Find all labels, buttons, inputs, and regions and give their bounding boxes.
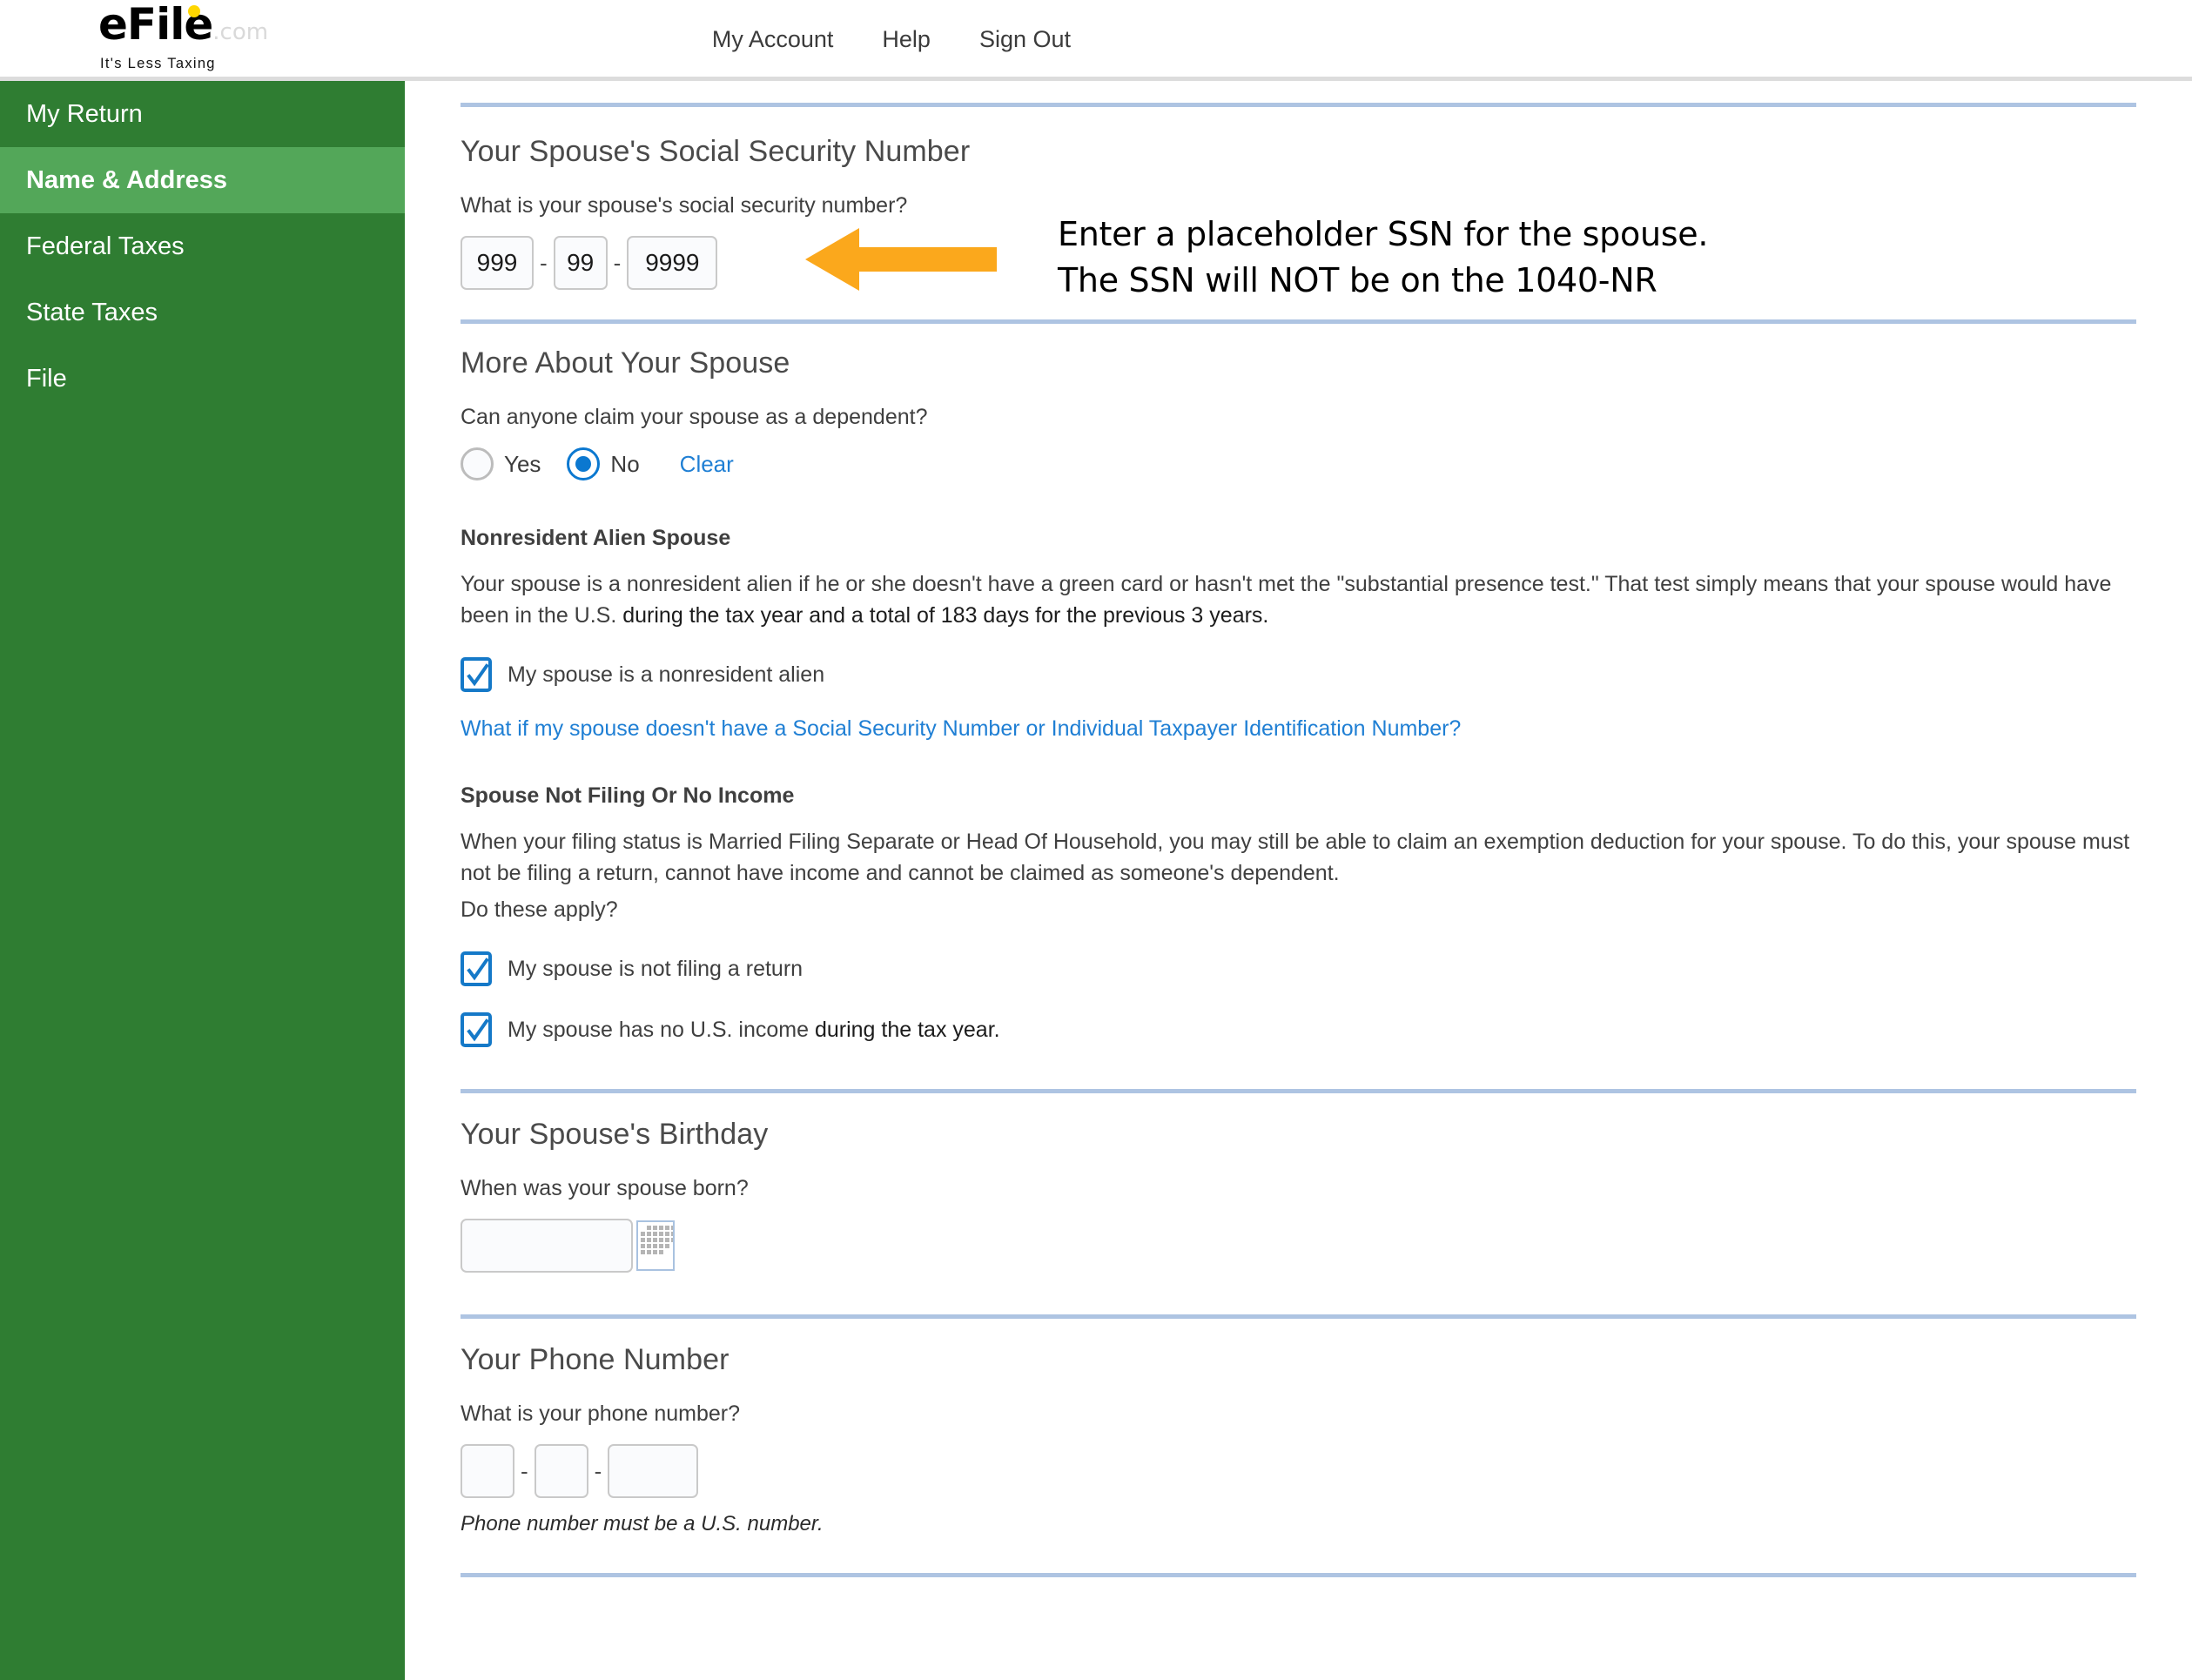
calendar-icon-grid [638,1222,673,1258]
ssn-separator: - [540,249,548,276]
ssn-area-input[interactable] [461,236,534,290]
birthday-date-input[interactable] [461,1219,633,1273]
no-income-label-part2: during the tax year. [814,1017,1000,1042]
sidebar-item-label: State Taxes [26,298,158,326]
sidebar-item-label: My Return [26,99,143,128]
logo-wordmark: eFile.com [98,2,299,55]
ssn-serial-input[interactable] [627,236,718,290]
calendar-icon[interactable] [636,1220,675,1271]
spouse-not-filing-section: Spouse Not Filing Or No Income When your… [461,783,2192,1047]
spouse-birthday-title: Your Spouse's Birthday [461,1118,769,1151]
no-income-checkbox-row[interactable]: My spouse has no U.S. income during the … [461,1012,2192,1047]
logo-tagline: It's Less Taxing [100,56,216,71]
page-root: eFile.com It's Less Taxing My Account He… [0,0,2192,1680]
phone-number-section: Your Phone Number What is your phone num… [461,1343,2192,1536]
phone-prefix-input[interactable] [534,1444,588,1498]
efile-logo[interactable]: eFile.com It's Less Taxing [98,2,299,73]
phone-line-input[interactable] [608,1444,699,1498]
phone-area-input[interactable] [461,1444,514,1498]
not-filing-paragraph: When your filing status is Married Filin… [461,830,2130,885]
nonresident-checkbox-row[interactable]: My spouse is a nonresident alien [461,657,2192,692]
nav-sign-out[interactable]: Sign Out [955,26,1095,53]
spouse-ssn-title: Your Spouse's Social Security Number [461,135,971,168]
annotation-text: Enter a placeholder SSN for the spouse. … [1058,212,1708,304]
annotation-arrow-icon [805,228,997,291]
dependent-radio-group: Yes No Clear [461,447,2192,480]
nonresident-paragraph-part2: during the tax year and a total of 183 d… [622,603,1269,628]
spouse-birthday-question: When was your spouse born? [461,1176,749,1200]
spouse-birthday-section: Your Spouse's Birthday When was your spo… [461,1118,2192,1273]
radio-yes-label: Yes [504,450,541,477]
divider-bottom [461,1573,2136,1577]
check-icon [467,958,489,981]
logo-yellow-dot-icon [188,5,200,17]
nonresident-alien-section: Nonresident Alien Spouse Your spouse is … [461,526,2192,742]
nav-my-account[interactable]: My Account [688,26,858,53]
divider-after-ssn [461,319,2136,324]
divider-before-birthday [461,1089,2136,1093]
site-header: eFile.com It's Less Taxing My Account He… [0,0,2192,81]
sidebar-item-file[interactable]: File [0,346,405,412]
ssn-group-input[interactable] [553,236,608,290]
phone-number-title: Your Phone Number [461,1343,730,1376]
phone-separator: - [521,1457,528,1484]
phone-separator: - [594,1457,602,1484]
divider-top [461,103,2136,107]
annotation-line-1: Enter a placeholder SSN for the spouse. [1058,215,1709,253]
radio-no[interactable] [567,447,601,480]
nav-help[interactable]: Help [857,26,955,53]
nonresident-heading: Nonresident Alien Spouse [461,526,731,550]
no-income-checkbox[interactable] [461,1012,492,1047]
sidebar-item-name-address[interactable]: Name & Address [0,147,405,213]
birthday-input-group [461,1219,2192,1273]
check-icon [467,663,489,687]
clear-selection-link[interactable]: Clear [680,451,734,478]
more-about-spouse-title: More About Your Spouse [461,346,790,380]
divider-before-phone [461,1314,2136,1319]
not-filing-heading: Spouse Not Filing Or No Income [461,783,795,808]
nonresident-checkbox[interactable] [461,657,492,692]
not-filing-checkbox[interactable] [461,951,492,986]
top-navigation: My Account Help Sign Out [688,26,1095,53]
dependent-question: Can anyone claim your spouse as a depend… [461,405,928,429]
radio-no-label: No [610,450,640,477]
logo-dotcom-text: .com [212,19,269,45]
more-about-spouse-section: More About Your Spouse Can anyone claim … [461,346,2192,480]
phone-number-question: What is your phone number? [461,1401,741,1426]
annotation-line-2: The SSN will NOT be on the 1040-NR [1058,261,1657,299]
phone-number-note: Phone number must be a U.S. number. [461,1512,824,1536]
ssn-separator: - [613,249,622,276]
nonresident-paragraph: Your spouse is a nonresident alien if he… [461,568,2132,631]
not-filing-checkbox-label: My spouse is not filing a return [508,956,804,981]
no-income-label-part1: My spouse has no U.S. income [508,1017,809,1042]
sidebar-item-federal-taxes[interactable]: Federal Taxes [0,213,405,279]
check-icon [467,1018,489,1042]
sidebar-item-label: Federal Taxes [26,232,185,260]
sidebar-item-my-return[interactable]: My Return [0,81,405,147]
main-content: Your Spouse's Social Security Number Wha… [405,81,2192,1680]
nonresident-checkbox-label: My spouse is a nonresident alien [508,662,825,687]
sidebar-navigation: My Return Name & Address Federal Taxes S… [0,81,405,1680]
not-filing-checkbox-row[interactable]: My spouse is not filing a return [461,951,2192,986]
sidebar-item-label: File [26,364,67,393]
not-filing-question: Do these apply? [461,897,618,922]
phone-input-group: - - [461,1444,2192,1498]
radio-yes[interactable] [461,447,494,480]
no-income-checkbox-label: My spouse has no U.S. income during the … [508,1018,1000,1043]
no-ssn-itin-help-link[interactable]: What if my spouse doesn't have a Social … [461,716,1461,741]
sidebar-item-state-taxes[interactable]: State Taxes [0,279,405,346]
sidebar-item-label: Name & Address [26,165,228,194]
